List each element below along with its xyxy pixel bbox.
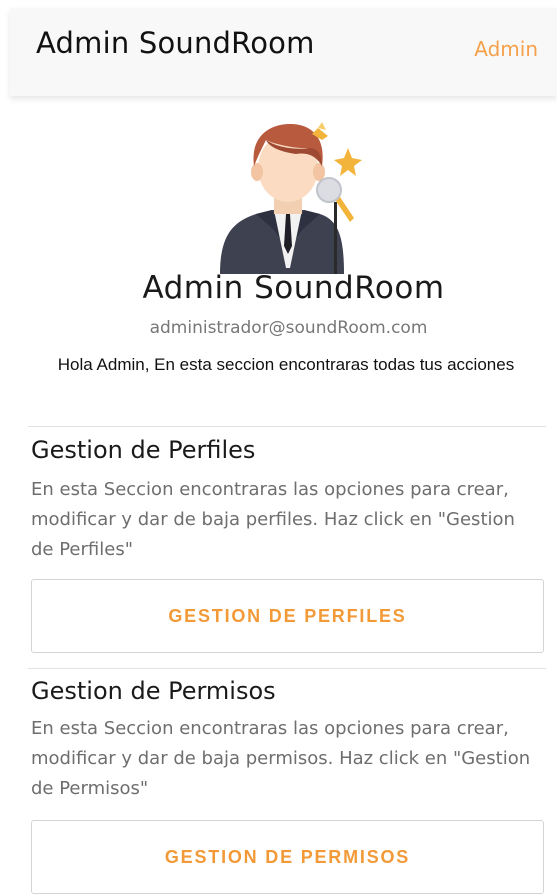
- section-title-permisos: Gestion de Permisos: [31, 677, 276, 705]
- profile-email: administrador@soundRoom.com: [149, 318, 428, 338]
- welcome-message: Hola Admin, En esta seccion encontraras …: [57, 355, 515, 374]
- admin-user-link[interactable]: Admin: [474, 37, 538, 61]
- singer-avatar-icon: [212, 118, 364, 274]
- divider: [28, 426, 546, 427]
- gestion-perfiles-button[interactable]: GESTION DE PERFILES: [31, 579, 544, 653]
- section-description-perfiles: En esta Seccion encontraras las opciones…: [31, 479, 515, 560]
- section-title-perfiles: Gestion de Perfiles: [31, 436, 256, 464]
- divider: [28, 668, 546, 669]
- app-title: Admin SoundRoom: [36, 26, 315, 60]
- section-description-permisos: En esta Seccion encontraras las opciones…: [31, 718, 531, 799]
- gestion-permisos-button[interactable]: GESTION DE PERMISOS: [31, 820, 544, 894]
- profile-name: Admin SoundRoom: [142, 270, 445, 306]
